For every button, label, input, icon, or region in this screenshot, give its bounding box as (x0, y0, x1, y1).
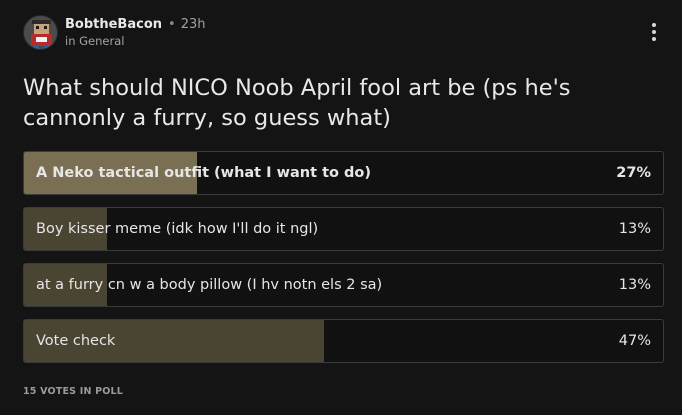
poll-option[interactable]: Vote check 47% (23, 319, 664, 363)
avatar[interactable] (23, 14, 58, 50)
poll-option[interactable]: at a furry cn w a body pillow (I hv notn… (23, 263, 664, 307)
vote-count: 15 VOTES IN POLL (23, 386, 124, 397)
poll-option[interactable]: Boy kisser meme (idk how I'll do it ngl)… (23, 207, 664, 251)
more-vertical-icon (652, 37, 656, 41)
poll-option-label: at a furry cn w a body pillow (I hv notn… (36, 277, 383, 293)
poll-option-label: Boy kisser meme (idk how I'll do it ngl) (36, 221, 319, 237)
poll-post: BobtheBacon • 23h in General What should… (0, 0, 682, 415)
community-label[interactable]: in General (65, 34, 205, 48)
poll-option-percent: 13% (618, 221, 651, 237)
post-title: What should NICO Noob April fool art be … (23, 75, 571, 131)
post-meta-top: BobtheBacon • 23h (65, 16, 205, 34)
author-name[interactable]: BobtheBacon (65, 16, 162, 34)
more-vertical-icon (652, 30, 656, 34)
post-header: BobtheBacon • 23h in General (23, 13, 205, 51)
post-meta: BobtheBacon • 23h in General (65, 16, 205, 48)
poll-option-label: Vote check (36, 333, 116, 349)
poll-options: A Neko tactical outfit (what I want to d… (23, 151, 664, 375)
user-avatar-icon (24, 15, 57, 49)
poll-option-percent: 13% (618, 277, 651, 293)
more-options-button[interactable] (644, 20, 664, 44)
poll-option-label: A Neko tactical outfit (what I want to d… (36, 165, 372, 181)
poll-option-percent: 27% (616, 165, 651, 181)
poll-option-percent: 47% (618, 333, 651, 349)
more-vertical-icon (652, 23, 656, 27)
poll-option[interactable]: A Neko tactical outfit (what I want to d… (23, 151, 664, 195)
meta-separator: • (168, 17, 176, 32)
post-time: 23h (180, 17, 206, 32)
